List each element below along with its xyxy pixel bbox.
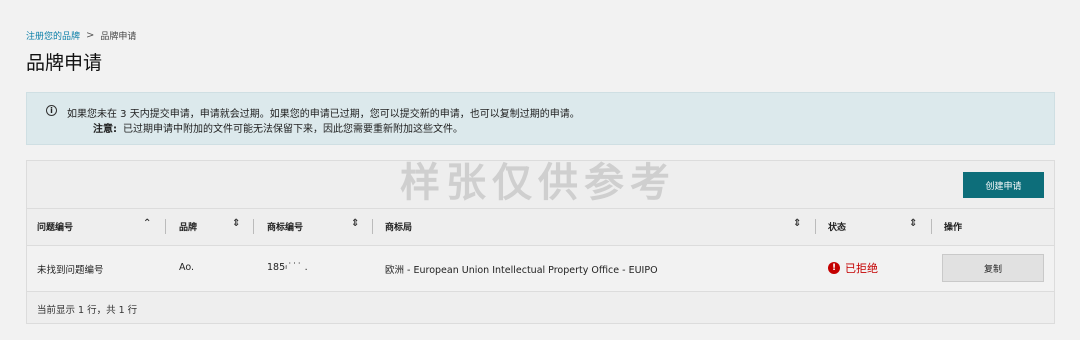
info-notice: i 如果您未在 3 天内提交申请，申请就会过期。如果您的申请已过期，您可以提交新…	[26, 92, 1055, 145]
notice-note: 注意: 已过期申请中附加的文件可能无法保留下来，因此您需要重新附加这些文件。	[93, 120, 463, 135]
breadcrumb-link-register-brand[interactable]: 注册您的品牌	[26, 29, 80, 42]
info-icon: i	[46, 105, 57, 116]
brand-applications-table: 创建申请 问题编号 ⌃ 品牌 ⇕ 商标编号 ⇕ 商标局 ⇕ 状态 ⇕ 操作 未找…	[26, 160, 1055, 324]
sort-up-icon[interactable]: ⌃	[143, 218, 151, 229]
table-footer: 当前显示 1 行，共 1 行	[37, 305, 138, 316]
sort-both-icon[interactable]: ⇕	[793, 218, 801, 229]
breadcrumb-current: 品牌申请	[100, 32, 137, 42]
cell-trademark-office: 欧洲 - European Union Intellectual Propert…	[385, 265, 658, 276]
column-divider	[253, 219, 254, 234]
column-brand[interactable]: 品牌	[179, 220, 197, 233]
notice-note-text: 已过期申请中附加的文件可能无法保留下来，因此您需要重新附加这些文件。	[123, 124, 463, 135]
sort-both-icon[interactable]: ⇕	[232, 218, 240, 229]
page-title: 品牌申请	[26, 52, 103, 74]
status-badge: ! 已拒绝	[828, 260, 878, 276]
column-divider	[815, 219, 816, 234]
table-toolbar: 创建申请	[27, 161, 1054, 209]
column-divider	[931, 219, 932, 234]
table-row: 未找到问题编号 Ao. 185፡˙˙˙ . 欧洲 - European Unio…	[27, 246, 1054, 292]
column-trademark-office[interactable]: 商标局	[385, 220, 412, 233]
column-issue-number[interactable]: 问题编号	[37, 220, 73, 233]
column-actions: 操作	[944, 223, 963, 233]
breadcrumb: 注册您的品牌 > 品牌申请	[26, 29, 136, 42]
table-header: 问题编号 ⌃ 品牌 ⇕ 商标编号 ⇕ 商标局 ⇕ 状态 ⇕ 操作	[27, 209, 1054, 246]
error-icon: !	[828, 262, 840, 274]
cell-issue-number: 未找到问题编号	[37, 265, 104, 276]
column-divider	[372, 219, 373, 234]
cell-brand: Ao.	[179, 262, 194, 273]
sort-both-icon[interactable]: ⇕	[909, 218, 917, 229]
sort-both-icon[interactable]: ⇕	[351, 218, 359, 229]
column-status[interactable]: 状态	[828, 220, 846, 233]
breadcrumb-separator: >	[86, 30, 95, 41]
copy-application-button[interactable]: 复制	[942, 254, 1044, 282]
create-application-button[interactable]: 创建申请	[963, 172, 1044, 198]
notice-note-label: 注意:	[93, 124, 117, 135]
status-text: 已拒绝	[845, 262, 878, 275]
column-divider	[165, 219, 166, 234]
notice-text: 如果您未在 3 天内提交申请，申请就会过期。如果您的申请已过期，您可以提交新的申…	[67, 109, 580, 120]
column-trademark-number[interactable]: 商标编号	[267, 220, 303, 233]
cell-trademark-number: 185፡˙˙˙ .	[267, 262, 308, 273]
